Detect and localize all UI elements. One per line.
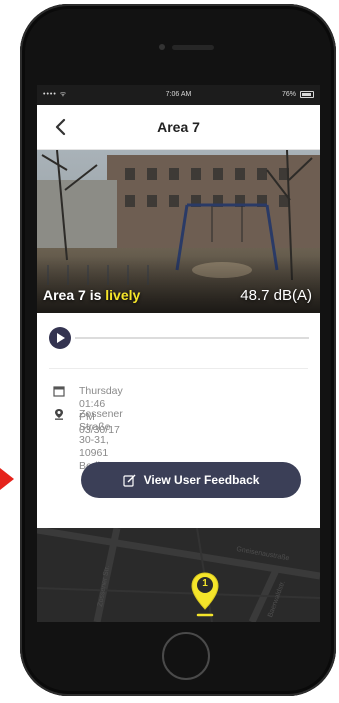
back-button[interactable]: [51, 117, 71, 137]
map-pin[interactable]: 1: [190, 571, 220, 617]
map-view[interactable]: Gneisenaustraße Zossener Str. Baerwaldst…: [37, 528, 320, 622]
battery-icon: [300, 91, 314, 98]
red-pointer-arrow: [0, 468, 14, 490]
pin-number: 1: [202, 578, 208, 589]
earpiece-speaker: [172, 45, 214, 50]
noise-level-caption: Area 7 is lively: [43, 287, 140, 303]
audio-player: [37, 313, 320, 363]
calendar-icon: [53, 386, 65, 397]
view-user-feedback-button[interactable]: View User Feedback: [81, 462, 301, 498]
divider: [49, 368, 308, 369]
front-camera: [159, 44, 165, 50]
play-button[interactable]: [49, 327, 71, 349]
decibel-reading: 48.7 dB(A): [240, 287, 312, 304]
chevron-left-icon: [55, 118, 66, 136]
status-time: 7:06 AM: [165, 91, 192, 98]
page-title: Area 7: [157, 119, 200, 135]
battery-percent: 76%: [281, 91, 296, 98]
feedback-button-label: View User Feedback: [143, 473, 260, 487]
status-bar: •••• ᯤ 7:06 AM 76%: [37, 85, 320, 105]
location-pin-icon: [55, 409, 63, 420]
caption-prefix: Area 7 is: [43, 287, 106, 303]
edit-icon: [122, 474, 136, 487]
navigation-bar: Area 7: [37, 105, 320, 150]
audio-progress-track[interactable]: [75, 337, 309, 339]
phone-frame: •••• ᯤ 7:06 AM 76% Area 7 Area 7 is live…: [20, 4, 336, 696]
address-line-1: Zossener Straße 30-31, 10961: [79, 408, 123, 459]
home-button[interactable]: [162, 632, 210, 680]
app-screen: •••• ᯤ 7:06 AM 76% Area 7 Area 7 is live…: [37, 85, 320, 622]
noise-level-label: lively: [105, 287, 141, 303]
